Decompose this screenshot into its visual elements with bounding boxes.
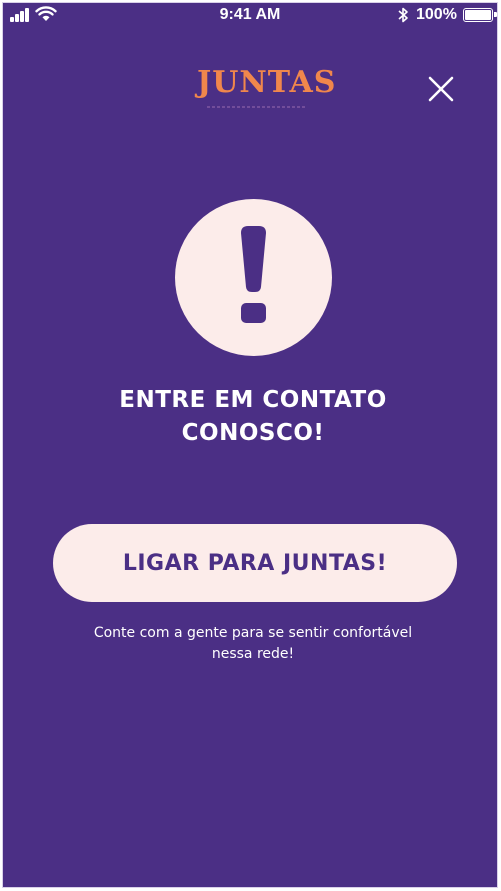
heading-line-2: CONOSCO! — [181, 420, 325, 446]
contact-heading: ENTRE EM CONTATO CONOSCO! — [63, 384, 443, 450]
support-message-line-1: Conte com a gente para se sentir confort… — [93, 625, 413, 641]
support-message-line-2: nessa rede! — [211, 646, 295, 662]
alert-circle — [175, 199, 332, 356]
status-bar: 9:41 AM 100% — [3, 3, 497, 29]
battery-percentage: 100% — [416, 6, 457, 23]
contact-screen: 9:41 AM 100% JUNTAS ENTRE EM CONTATO CON… — [2, 2, 498, 888]
support-message: Conte com a gente para se sentir confort… — [73, 623, 433, 665]
call-juntas-button[interactable]: LIGAR PARA JUNTAS! — [53, 524, 457, 602]
bluetooth-icon — [398, 7, 408, 23]
battery-icon — [463, 8, 497, 22]
logo-tagline-mark — [207, 106, 307, 108]
juntas-logo: JUNTAS — [197, 65, 337, 100]
exclamation-icon — [241, 226, 266, 323]
close-icon[interactable] — [427, 75, 455, 103]
heading-line-1: ENTRE EM CONTATO — [119, 387, 387, 413]
